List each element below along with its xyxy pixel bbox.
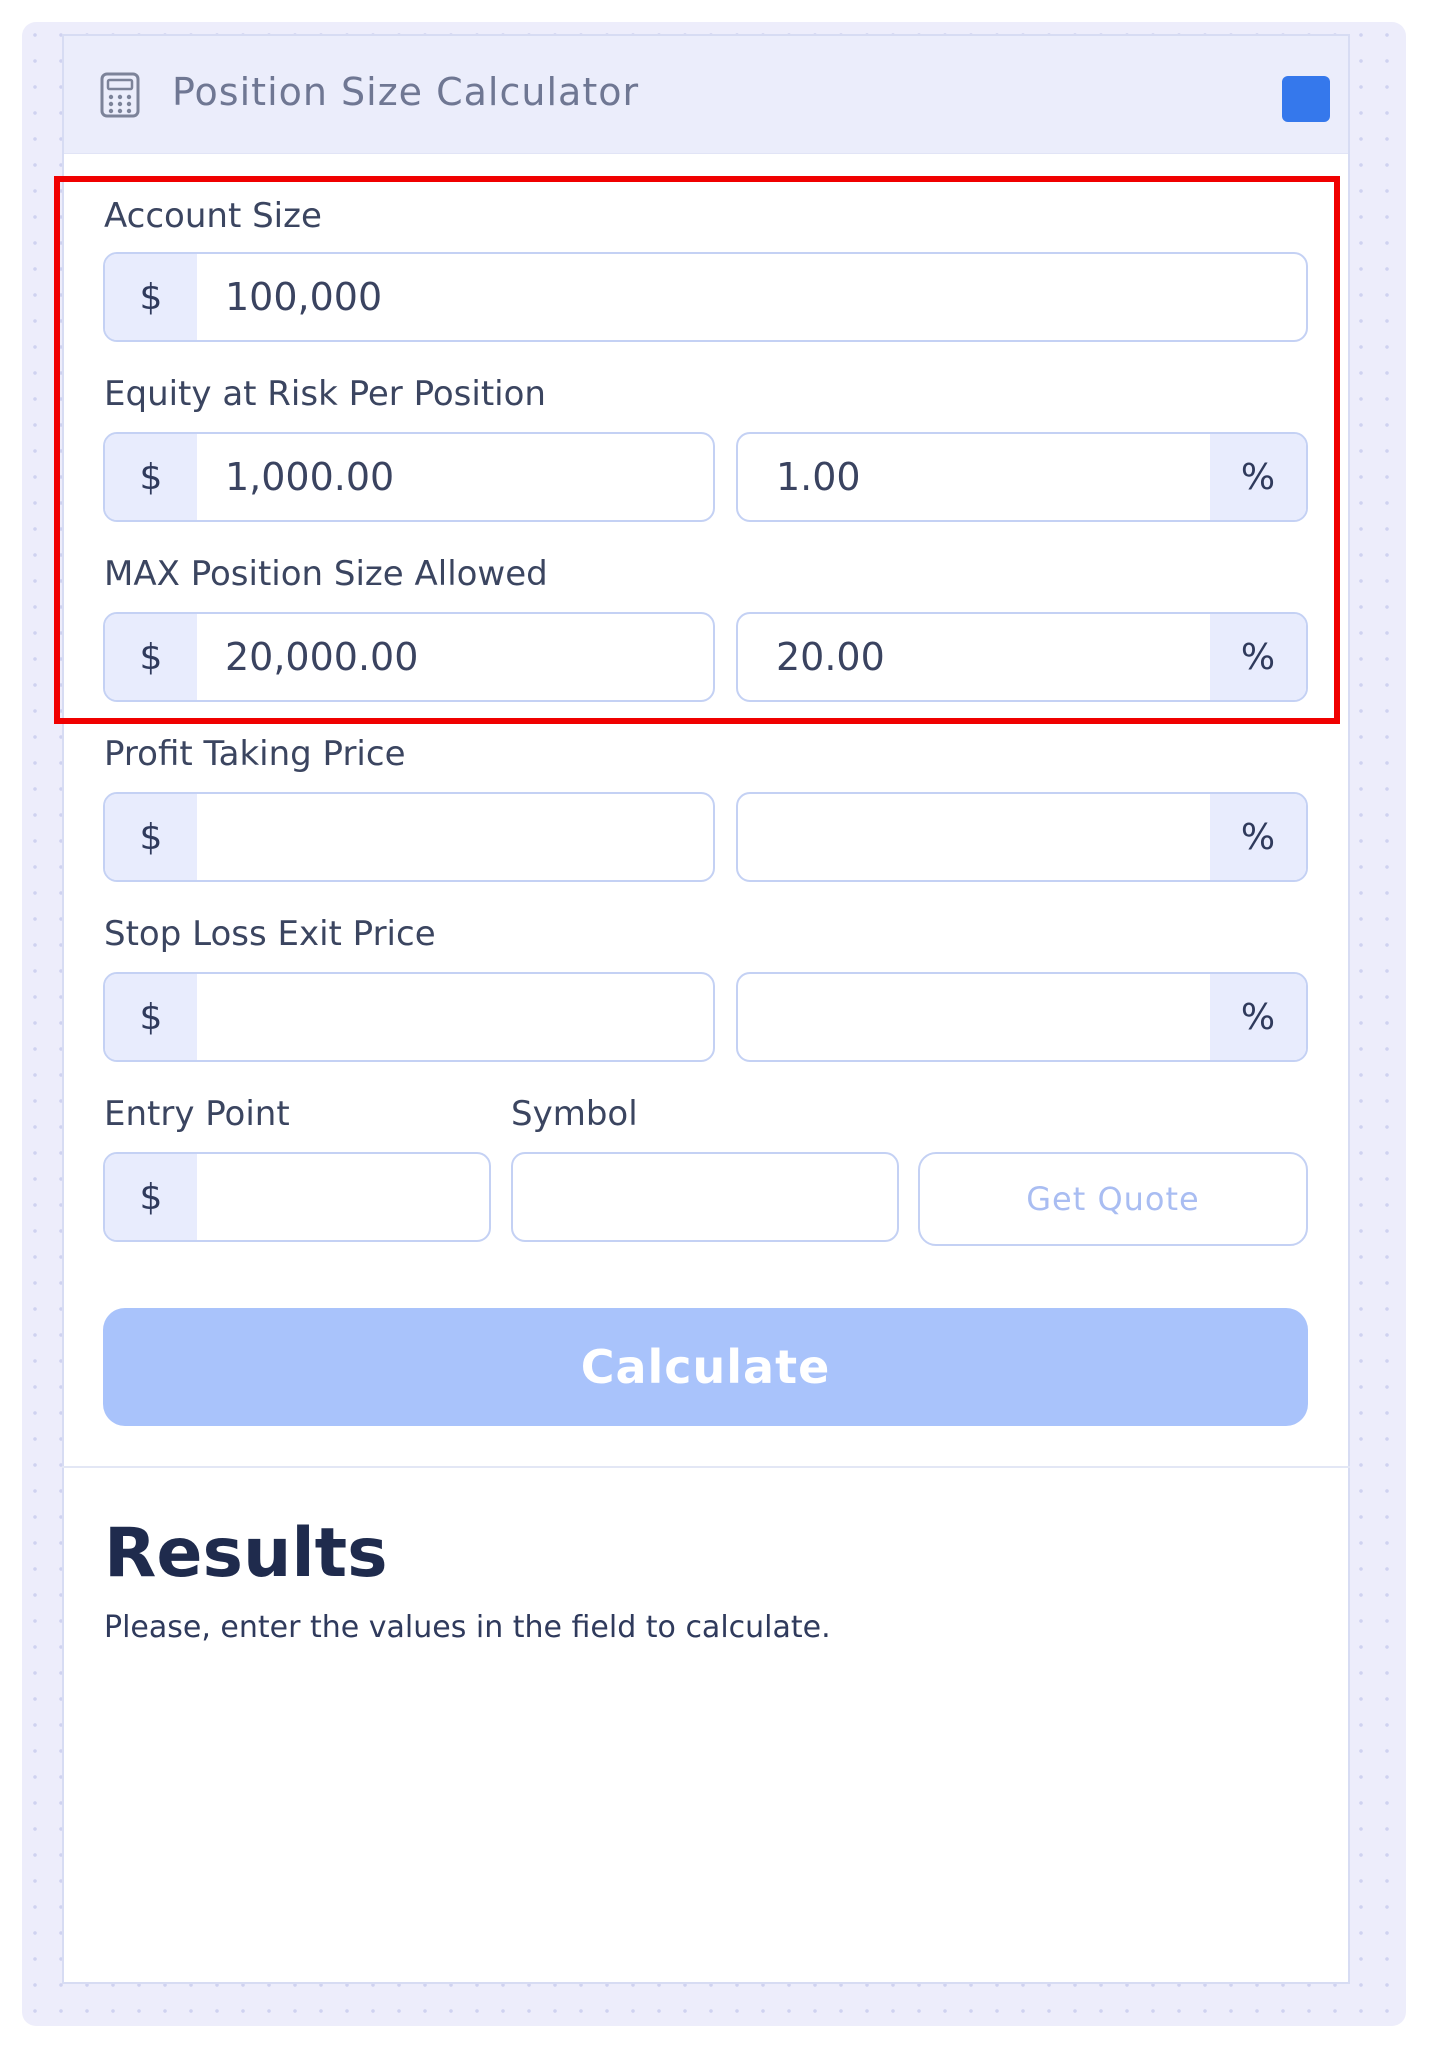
- profit-taking-label: Profit Taking Price: [104, 734, 406, 774]
- dollar-icon: $: [105, 1154, 197, 1240]
- max-position-amount-value[interactable]: 20,000.00: [197, 614, 713, 700]
- percent-icon: %: [1210, 974, 1306, 1060]
- entry-point-field[interactable]: $: [103, 1152, 491, 1242]
- max-position-amount-field[interactable]: $ 20,000.00: [103, 612, 715, 702]
- profit-taking-amount-value[interactable]: [197, 794, 713, 880]
- calculator-icon: [100, 72, 140, 118]
- profit-taking-percent-value[interactable]: [738, 794, 1210, 880]
- profit-taking-amount-field[interactable]: $: [103, 792, 715, 882]
- symbol-label: Symbol: [511, 1094, 638, 1134]
- dollar-icon: $: [105, 794, 197, 880]
- max-position-label: MAX Position Size Allowed: [104, 554, 548, 594]
- equity-at-risk-percent-field[interactable]: 1.00 %: [736, 432, 1308, 522]
- get-quote-button[interactable]: Get Quote: [918, 1152, 1308, 1246]
- entry-point-label: Entry Point: [104, 1094, 290, 1134]
- card-header: Position Size Calculator: [64, 36, 1348, 154]
- page-title: Position Size Calculator: [172, 70, 640, 114]
- profit-taking-percent-field[interactable]: %: [736, 792, 1308, 882]
- calculate-button[interactable]: Calculate: [103, 1308, 1308, 1426]
- dollar-icon: $: [105, 434, 197, 520]
- section-divider: [62, 1466, 1350, 1468]
- results-message: Please, enter the values in the field to…: [104, 1610, 831, 1645]
- equity-at-risk-percent-value[interactable]: 1.00: [738, 434, 1210, 520]
- account-size-value[interactable]: 100,000: [197, 254, 1306, 340]
- results-title: Results: [104, 1514, 388, 1593]
- stop-loss-amount-field[interactable]: $: [103, 972, 715, 1062]
- equity-at-risk-amount-value[interactable]: 1,000.00: [197, 434, 713, 520]
- equity-at-risk-label: Equity at Risk Per Position: [104, 374, 546, 414]
- dollar-icon: $: [105, 254, 197, 340]
- max-position-percent-value[interactable]: 20.00: [738, 614, 1210, 700]
- max-position-percent-field[interactable]: 20.00 %: [736, 612, 1308, 702]
- dollar-icon: $: [105, 614, 197, 700]
- stop-loss-percent-field[interactable]: %: [736, 972, 1308, 1062]
- dollar-icon: $: [105, 974, 197, 1060]
- percent-icon: %: [1210, 794, 1306, 880]
- percent-icon: %: [1210, 434, 1306, 520]
- stop-loss-label: Stop Loss Exit Price: [104, 914, 436, 954]
- account-size-label: Account Size: [104, 196, 322, 236]
- stop-loss-percent-value[interactable]: [738, 974, 1210, 1060]
- entry-point-value[interactable]: [197, 1154, 489, 1240]
- symbol-value[interactable]: [513, 1154, 897, 1240]
- percent-icon: %: [1210, 614, 1306, 700]
- header-action-button[interactable]: [1282, 76, 1330, 122]
- symbol-field[interactable]: [511, 1152, 899, 1242]
- equity-at-risk-amount-field[interactable]: $ 1,000.00: [103, 432, 715, 522]
- stop-loss-amount-value[interactable]: [197, 974, 713, 1060]
- account-size-field[interactable]: $ 100,000: [103, 252, 1308, 342]
